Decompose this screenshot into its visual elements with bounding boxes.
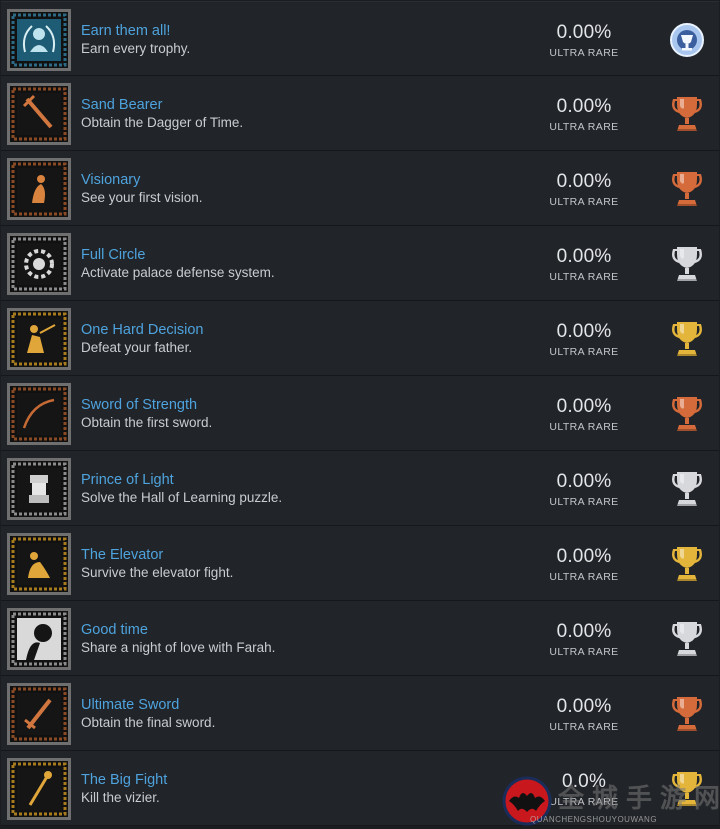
- trophy-percent: 0.00%: [556, 96, 612, 117]
- trophy-row[interactable]: Prince of Light Solve the Hall of Learnin…: [1, 451, 719, 526]
- trophy-row[interactable]: Visionary See your first vision. 0.00% ULTR…: [1, 151, 719, 226]
- trophy-title[interactable]: Sand Bearer: [81, 97, 162, 113]
- trophy-rarity: ULTRA RARE: [549, 196, 619, 208]
- trophy-percent: 0.00%: [556, 321, 612, 342]
- trophy-percent: 0.00%: [556, 696, 612, 717]
- trophy-description: Obtain the Dagger of Time.: [81, 115, 244, 130]
- platinum-trophy-icon: [666, 20, 708, 60]
- trophy-description: Earn every trophy.: [81, 41, 191, 56]
- trophy-description: Activate palace defense system.: [81, 265, 275, 280]
- bronze-trophy-icon: [666, 94, 708, 134]
- trophy-rarity: ULTRA RARE: [549, 346, 619, 358]
- trophy-title[interactable]: Prince of Light: [81, 472, 174, 488]
- trophy-title[interactable]: Visionary: [81, 172, 140, 188]
- gear-circle-art: [7, 233, 71, 295]
- trophy-row[interactable]: Good time Share a night of love with Fara…: [1, 601, 719, 676]
- trophy-description: Kill the vizier.: [81, 790, 160, 805]
- trophy-percent: 0.00%: [556, 22, 612, 43]
- staff-art: [7, 758, 71, 820]
- statue-art: [7, 458, 71, 520]
- trophy-percent: 0.00%: [556, 171, 612, 192]
- trophy-row[interactable]: Full Circle Activate palace defense syste…: [1, 226, 719, 301]
- trophy-description: Obtain the final sword.: [81, 715, 216, 730]
- trophy-rarity: ULTRA RARE: [549, 121, 619, 133]
- trophy-title[interactable]: The Big Fight: [81, 772, 167, 788]
- gold-trophy-icon: [666, 544, 708, 584]
- trophy-row[interactable]: Ultimate Sword Obtain the final sword. 0.0…: [1, 676, 719, 751]
- silhouette-pair-art: [7, 608, 71, 670]
- trophy-row[interactable]: Sand Bearer Obtain the Dagger of Time. 0.0…: [1, 76, 719, 151]
- trophy-title[interactable]: The Elevator: [81, 547, 163, 563]
- bronze-trophy-icon: [666, 394, 708, 434]
- trophy-rarity: ULTRA RARE: [549, 47, 619, 59]
- trophy-row[interactable]: One Hard Decision Defeat your father. 0.00…: [1, 301, 719, 376]
- trophy-row[interactable]: Sword of Strength Obtain the first sword.…: [1, 376, 719, 451]
- trophy-title[interactable]: Full Circle: [81, 247, 145, 263]
- trophy-description: Survive the elevator fight.: [81, 565, 234, 580]
- trophy-percent: 0.00%: [556, 396, 612, 417]
- trophy-list: Earn them all! Earn every trophy. 0.00% ULT…: [1, 1, 719, 826]
- watermark-text: 全城手游网: [558, 783, 720, 813]
- trophy-rarity: ULTRA RARE: [549, 571, 619, 583]
- dagger-art: [7, 83, 71, 145]
- trophy-rarity: ULTRA RARE: [549, 421, 619, 433]
- crouching-figure-art: [7, 533, 71, 595]
- trophy-rarity: ULTRA RARE: [549, 721, 619, 733]
- trophy-row[interactable]: Earn them all! Earn every trophy. 0.00% ULT…: [1, 1, 719, 76]
- trophy-description: Defeat your father.: [81, 340, 193, 355]
- trophy-title[interactable]: One Hard Decision: [81, 322, 204, 338]
- trophy-title[interactable]: Good time: [81, 622, 148, 638]
- trophy-description: Solve the Hall of Learning puzzle.: [81, 490, 283, 505]
- trophy-percent: 0.00%: [556, 471, 612, 492]
- trophy-rarity: ULTRA RARE: [549, 646, 619, 658]
- trophy-title[interactable]: Ultimate Sword: [81, 697, 179, 713]
- trophy-description: Obtain the first sword.: [81, 415, 213, 430]
- kneeling-figure-art: [7, 158, 71, 220]
- sword-art: [7, 683, 71, 745]
- watermark: 全城手游网 QUANCHENGSHOUYOUWANG: [502, 774, 720, 829]
- trophy-percent: 0.00%: [556, 546, 612, 567]
- trophy-percent: 0.00%: [556, 246, 612, 267]
- watermark-subtext: QUANCHENGSHOUYOUWANG: [530, 815, 658, 824]
- trophy-row[interactable]: The Elevator Survive the elevator fight. 0…: [1, 526, 719, 601]
- silver-trophy-icon: [666, 469, 708, 509]
- trophy-description: See your first vision.: [81, 190, 203, 205]
- duel-art: [7, 308, 71, 370]
- trophy-rarity: ULTRA RARE: [549, 496, 619, 508]
- silver-trophy-icon: [666, 619, 708, 659]
- silver-trophy-icon: [666, 244, 708, 284]
- curved-sword-art: [7, 383, 71, 445]
- bronze-trophy-icon: [666, 694, 708, 734]
- laurel-bust-art: [7, 9, 71, 71]
- gold-trophy-icon: [666, 319, 708, 359]
- trophy-rarity: ULTRA RARE: [549, 271, 619, 283]
- trophy-title[interactable]: Sword of Strength: [81, 397, 197, 413]
- trophy-title[interactable]: Earn them all!: [81, 23, 170, 39]
- bronze-trophy-icon: [666, 169, 708, 209]
- trophy-description: Share a night of love with Farah.: [81, 640, 276, 655]
- trophy-percent: 0.00%: [556, 621, 612, 642]
